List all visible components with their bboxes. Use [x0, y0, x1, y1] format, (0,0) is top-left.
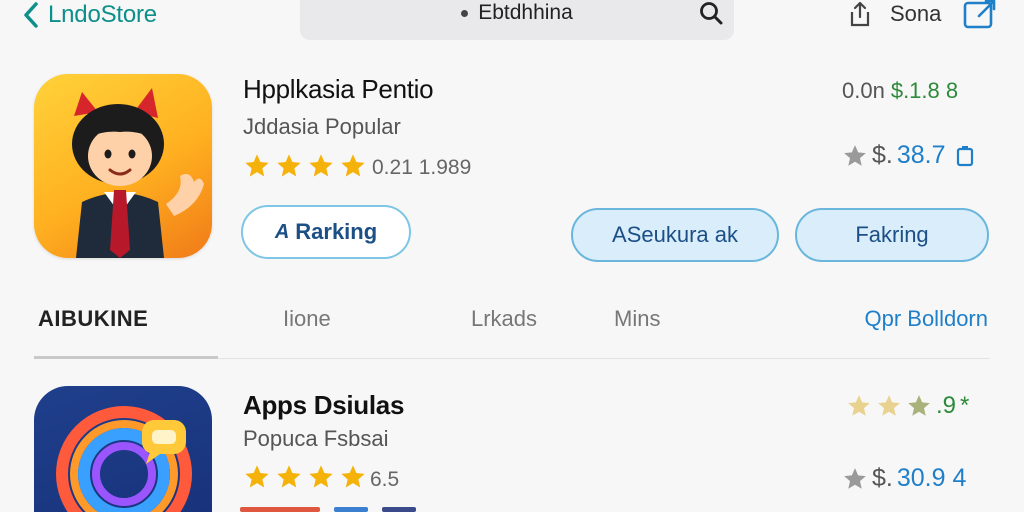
star-icon [341, 154, 365, 177]
price-value: $.1.8 8 [890, 78, 959, 103]
app-store-page: LndoStore Ebtdhhina Sona Hpplkasia Penti… [0, 0, 1024, 512]
peek-segment [382, 507, 416, 512]
chevron-left-icon [24, 2, 38, 28]
star-icon [848, 395, 870, 416]
star-icon [245, 465, 269, 488]
share-button[interactable]: Sona [846, 0, 941, 28]
price-prefix: 0.0n [842, 78, 885, 103]
price-secondary-prefix: $. [872, 141, 893, 169]
search-dot-icon [461, 9, 469, 17]
price-row: 0.0n $.1.8 8 [842, 78, 958, 104]
score-suffix: * [960, 392, 970, 419]
rating-text: 0.21 1.989 [372, 156, 472, 179]
seukara-button-label: ASeukura ak [612, 222, 738, 247]
star-icon [309, 465, 333, 488]
price-secondary: $. 30.9 4 [842, 464, 966, 493]
star-icon [878, 395, 900, 416]
top-bar: LndoStore Ebtdhhina Sona [0, 0, 1024, 44]
seukara-button[interactable]: ASeukura ak [571, 208, 779, 262]
back-button[interactable]: LndoStore [22, 0, 157, 30]
star-outline-icon [844, 144, 866, 166]
tab-bar: AIBUKINE Iione Lrkads Mins Qpr Bolldorn [34, 300, 990, 362]
ranking-button-label: Rarking [295, 219, 378, 244]
tab-aibukine[interactable]: AIBUKINE [38, 306, 148, 332]
app-icon-cartoon-character[interactable] [34, 74, 212, 258]
price-secondary-prefix: $. [872, 464, 893, 492]
chat-swirl-icon [56, 406, 192, 512]
star-icon [908, 395, 930, 416]
back-label: LndoStore [48, 1, 157, 28]
app-title[interactable]: Hpplkasia Pentio [243, 74, 434, 105]
star-icon [277, 465, 301, 488]
faking-button-label: Fakring [855, 222, 929, 247]
tab-mins[interactable]: Mins [614, 306, 660, 332]
tab-link[interactable]: Qpr Bolldorn [864, 306, 988, 332]
star-icon [245, 154, 269, 177]
open-external-icon[interactable] [962, 0, 998, 30]
price-secondary-value: 30.9 4 [896, 464, 967, 492]
rating-text: 6.5 [370, 468, 400, 491]
peek-segment [240, 507, 320, 512]
app-subtitle: Jddasia Popular [243, 114, 401, 139]
search-bar[interactable]: Ebtdhhina [300, 0, 734, 40]
search-input[interactable]: Ebtdhhina [478, 1, 573, 25]
star-icon [309, 154, 333, 177]
cartoon-character-icon [72, 88, 204, 258]
app-title[interactable]: Apps Dsiulas [243, 390, 404, 421]
tab-iione[interactable]: Iione [283, 306, 331, 332]
peek-segment [334, 507, 368, 512]
star-rating [243, 463, 367, 491]
score-row: .9 * [846, 392, 969, 420]
share-label: Sona [890, 1, 942, 26]
app-icon-chat-swirl[interactable] [34, 386, 212, 512]
faking-button[interactable]: Fakring [795, 208, 989, 262]
battery-icon [956, 145, 973, 166]
score-value: .9 [936, 392, 957, 419]
tab-lrkads[interactable]: Lrkads [471, 306, 537, 332]
ranking-button[interactable]: A Rarking [241, 205, 411, 259]
price-secondary-value: 38.7 [896, 141, 946, 169]
star-outline-icon [844, 467, 866, 489]
app-subtitle: Popuca Fsbsai [243, 426, 389, 451]
search-icon[interactable] [698, 0, 724, 26]
star-icon [341, 465, 365, 488]
price-secondary: $. 38.7 [842, 141, 974, 170]
ranking-glyph-icon: A [274, 220, 290, 243]
share-icon [850, 1, 870, 27]
star-rating [243, 152, 367, 180]
star-icon [277, 154, 301, 177]
next-row-buttons-peek [240, 507, 520, 512]
active-tab-indicator [34, 356, 218, 359]
